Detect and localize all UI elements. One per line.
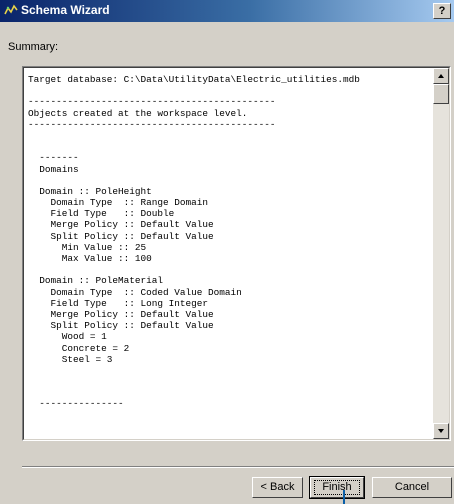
- window-title: Schema Wizard: [21, 3, 110, 17]
- finish-button-label: Finish: [314, 480, 360, 495]
- scroll-up-arrow-icon: [438, 74, 444, 78]
- summary-line: Objects created at the workspace level.: [28, 107, 248, 119]
- summary-line: Merge Policy :: Default Value: [28, 308, 214, 320]
- summary-line: ----------------------------------------…: [28, 118, 276, 130]
- cancel-button[interactable]: Cancel: [372, 477, 452, 498]
- summary-line: Field Type :: Double: [28, 208, 175, 220]
- summary-textbox-border: Target database: C:\Data\UtilityData\Ele…: [23, 67, 450, 440]
- wizard-app-icon: [4, 4, 18, 15]
- title-bar: Schema Wizard ?: [0, 0, 454, 22]
- summary-line: Target database: C:\Data\UtilityData\Ele…: [28, 74, 360, 85]
- summary-line: [28, 175, 432, 186]
- summary-textbox[interactable]: Target database: C:\Data\UtilityData\Ele…: [22, 66, 451, 441]
- summary-line: Max Value :: 100: [28, 253, 152, 264]
- finish-button[interactable]: Finish: [309, 476, 365, 499]
- back-button-label: < Back: [260, 481, 295, 493]
- summary-line: ----------------------------------------…: [28, 96, 276, 108]
- summary-line: Merge Policy :: Default Value: [28, 219, 214, 231]
- summary-label: Summary:: [8, 41, 59, 53]
- summary-line: -------: [28, 152, 79, 164]
- summary-line: Field Type :: Long Integer: [28, 297, 209, 309]
- summary-line: [28, 85, 432, 96]
- cancel-button-label: Cancel: [394, 481, 430, 493]
- summary-line: [28, 141, 432, 152]
- summary-line: Domain Type :: Range Domain: [28, 197, 209, 209]
- scroll-down-arrow-icon: [438, 429, 444, 433]
- schema-wizard-window: Schema Wizard ? Summary: Target database…: [0, 0, 454, 504]
- summary-line: Concrete = 2: [28, 342, 130, 354]
- scroll-up-button[interactable]: [433, 68, 449, 84]
- vertical-scrollbar[interactable]: [433, 68, 449, 439]
- summary-line: [28, 376, 432, 387]
- summary-line: Domain :: PoleMaterial: [28, 275, 164, 287]
- scroll-down-button[interactable]: [433, 423, 449, 439]
- summary-line: Split Policy :: Default Value: [28, 320, 214, 332]
- summary-line: Min Value :: 25: [28, 241, 147, 253]
- summary-line: Domains: [28, 163, 79, 175]
- summary-line: [28, 264, 432, 275]
- summary-line: ---------------: [28, 398, 124, 410]
- summary-text: Target database: C:\Data\UtilityData\Ele…: [28, 74, 432, 438]
- summary-line: Domain Type :: Coded Value Domain: [28, 286, 242, 298]
- back-button[interactable]: < Back: [252, 477, 303, 498]
- summary-line: Domain :: PoleHeight: [28, 185, 152, 197]
- footer-divider: [22, 466, 454, 468]
- callout-pointer-line: [343, 490, 345, 504]
- summary-line: Wood = 1: [28, 331, 107, 343]
- summary-line: [28, 365, 432, 376]
- summary-line: Steel = 3: [28, 353, 113, 365]
- scroll-thumb[interactable]: [433, 84, 449, 104]
- summary-line: Split Policy :: Default Value: [28, 230, 214, 242]
- help-button[interactable]: ?: [433, 3, 451, 19]
- summary-line: [28, 130, 432, 141]
- summary-line: [28, 387, 432, 398]
